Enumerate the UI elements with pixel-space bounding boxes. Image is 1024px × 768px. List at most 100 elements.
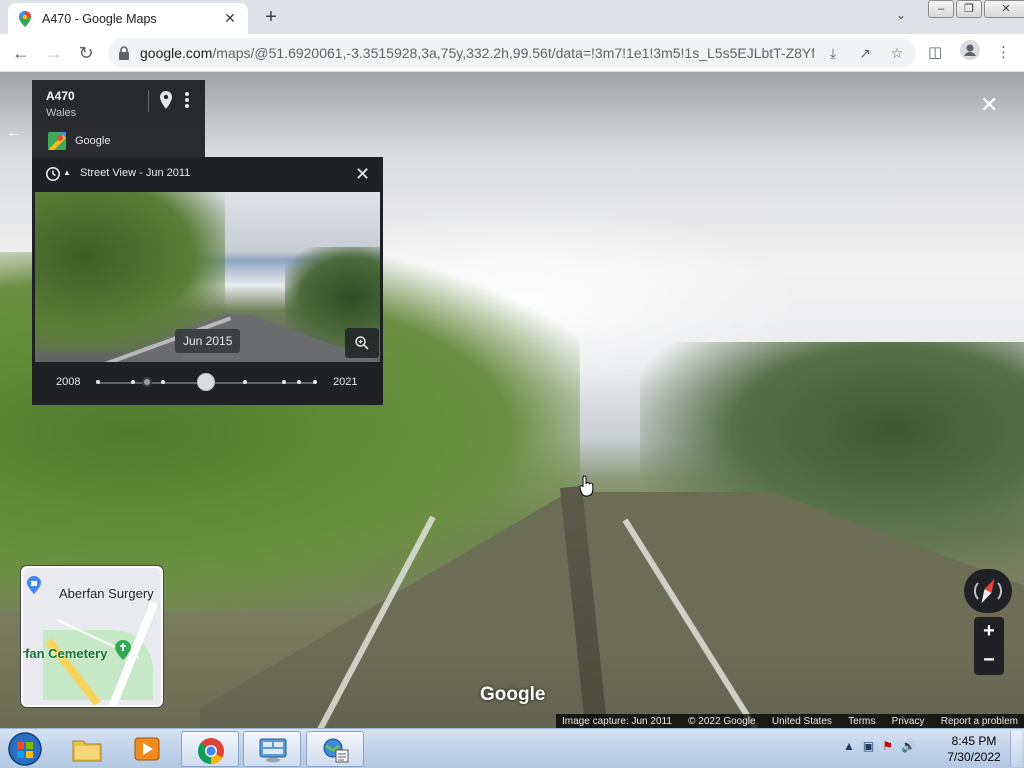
close-time-machine-icon[interactable]: ✕ [355, 164, 370, 185]
network-status-icon[interactable]: ▣ [863, 739, 874, 753]
browser-toolbar: ← → ↻ google.com/maps/@51.6920061,-3.351… [0, 34, 1024, 72]
tab-close-icon[interactable]: ✕ [222, 10, 238, 27]
time-slider[interactable]: 2008 2021 [32, 362, 383, 405]
slider-start-year: 2008 [56, 376, 81, 388]
volume-speaker-icon[interactable]: 🔊 [901, 739, 916, 753]
media-player-icon [134, 737, 160, 761]
tab-search-chevron-icon[interactable]: ⌄ [896, 8, 906, 22]
copyright-text: © 2022 Google [688, 715, 756, 727]
location-title: A470 [46, 89, 75, 103]
google-watermark: Google [480, 684, 546, 705]
action-center-flag-icon[interactable]: ⚑ [882, 739, 893, 753]
slider-tick-current[interactable] [142, 377, 152, 387]
time-machine-header: ▲ Street View - Jun 2011 ✕ [32, 157, 383, 191]
close-street-view-icon[interactable]: ✕ [980, 92, 998, 118]
clock-date: 7/30/2022 [947, 750, 1001, 764]
slider-tick[interactable] [282, 380, 286, 384]
location-card-divider [148, 90, 149, 112]
street-view-panorama[interactable]: ← A470 Wales Google ✕ ▲ Street View - Ju… [0, 72, 1024, 728]
history-caret-icon[interactable]: ▲ [63, 168, 71, 177]
folder-icon [72, 740, 102, 762]
hand-cursor-icon [579, 475, 594, 497]
new-tab-button[interactable]: + [260, 6, 282, 28]
zoom-in-magnifier-icon [355, 336, 369, 350]
slider-end-year: 2021 [333, 376, 358, 388]
privacy-link[interactable]: Privacy [892, 716, 925, 727]
reload-icon[interactable]: ↻ [75, 42, 97, 64]
show-hidden-icons-icon[interactable]: ▲ [843, 739, 855, 753]
terms-link[interactable]: Terms [848, 716, 875, 727]
system-tray: ▲ ▣ ⚑ 🔊 [843, 739, 916, 753]
slider-handle[interactable] [197, 373, 215, 391]
mini-map[interactable]: Aberfan Surgery rfan Cemetery [21, 566, 163, 707]
minimize-button[interactable]: – [928, 0, 954, 18]
slider-tick[interactable] [297, 380, 301, 384]
lock-icon [119, 46, 129, 60]
preview-date-label: Jun 2015 [175, 329, 241, 353]
forward-arrow-icon[interactable]: → [43, 42, 65, 64]
tab-google-maps[interactable]: A470 - Google Maps ✕ [8, 3, 248, 34]
address-bar[interactable]: google.com/maps/@51.6920061,-3.3515928,3… [108, 38, 916, 68]
tab-strip: A470 - Google Maps ✕ + ⌄ – ❐ ✕ [0, 0, 1024, 34]
slider-tick[interactable] [243, 380, 247, 384]
show-desktop-button[interactable] [1010, 731, 1022, 767]
time-machine-panel: ▲ Street View - Jun 2011 ✕ Jun 2015 2008 [32, 157, 383, 405]
install-app-icon[interactable]: ⤓ [824, 45, 842, 62]
restore-button[interactable]: ❐ [956, 0, 982, 18]
cemetery-pin-icon[interactable] [115, 640, 131, 660]
network-globe-icon [323, 738, 349, 763]
country-link[interactable]: United States [772, 716, 832, 727]
back-arrow-icon[interactable]: ← [10, 42, 32, 64]
taskbar-network-window[interactable] [306, 731, 364, 767]
location-region: Wales [46, 107, 77, 119]
compass-control[interactable] [964, 569, 1012, 613]
windows-taskbar: ▲ ▣ ⚑ 🔊 8:45 PM 7/30/2022 [0, 728, 1024, 768]
mini-map-label-surgery: Aberfan Surgery [59, 586, 154, 601]
historical-preview-image[interactable]: Jun 2015 [35, 192, 380, 362]
view-preview-button[interactable] [345, 328, 379, 358]
mini-map-label-cemetery: rfan Cemetery [21, 646, 108, 661]
window-close-button[interactable]: ✕ [984, 0, 1024, 18]
clock-time: 8:45 PM [951, 734, 997, 748]
google-maps-logo-icon [48, 132, 66, 150]
profile-avatar[interactable] [960, 40, 980, 64]
surgery-pin-icon[interactable] [27, 576, 41, 594]
tab-title: A470 - Google Maps [42, 11, 157, 26]
imagery-provider: Google [75, 135, 111, 147]
zoom-out-button[interactable]: − [974, 646, 1004, 675]
image-capture-date: Image capture: Jun 2011 [562, 715, 672, 727]
window-controls: – ❐ ✕ [926, 0, 1024, 18]
browser-menu-icon[interactable]: ⋮ [996, 43, 1011, 61]
taskbar-file-explorer[interactable] [58, 731, 116, 767]
time-machine-title: Street View - Jun 2011 [80, 167, 191, 179]
map-pin-icon[interactable] [160, 91, 172, 109]
url-host: google.com [140, 45, 213, 61]
chrome-icon [197, 738, 224, 765]
compass-icon [974, 578, 1002, 604]
zoom-controls: + − [974, 617, 1004, 675]
google-maps-icon [19, 10, 31, 27]
taskbar-clock[interactable]: 8:45 PM 7/30/2022 [944, 733, 1004, 765]
taskbar-chrome[interactable] [181, 731, 239, 767]
location-card: A470 Wales Google [32, 80, 205, 158]
bookmark-star-icon[interactable]: ☆ [888, 45, 906, 62]
exit-street-view-arrow-icon[interactable]: ← [6, 124, 22, 142]
zoom-in-button[interactable]: + [974, 617, 1004, 646]
windows-start-icon[interactable] [6, 731, 44, 767]
report-problem-link[interactable]: Report a problem [941, 716, 1018, 727]
more-options-icon[interactable] [182, 90, 192, 110]
slider-tick[interactable] [131, 380, 135, 384]
attribution-bar: Image capture: Jun 2011 © 2022 Google Un… [556, 714, 1024, 728]
profile-icon [960, 40, 980, 60]
taskbar-media-player[interactable] [118, 731, 176, 767]
slider-tick[interactable] [161, 380, 165, 384]
history-clock-icon[interactable] [45, 166, 61, 182]
slider-tick[interactable] [313, 380, 317, 384]
side-panel-icon[interactable]: ◫ [928, 43, 942, 61]
slider-tick[interactable] [96, 380, 100, 384]
url-text[interactable]: google.com/maps/@51.6920061,-3.3515928,3… [140, 45, 814, 61]
taskbar-control-panel[interactable] [243, 731, 301, 767]
url-path: /maps/@51.6920061,-3.3515928,3a,75y,332.… [212, 45, 814, 61]
share-icon[interactable]: ↗ [856, 45, 874, 62]
control-panel-icon [259, 738, 287, 763]
